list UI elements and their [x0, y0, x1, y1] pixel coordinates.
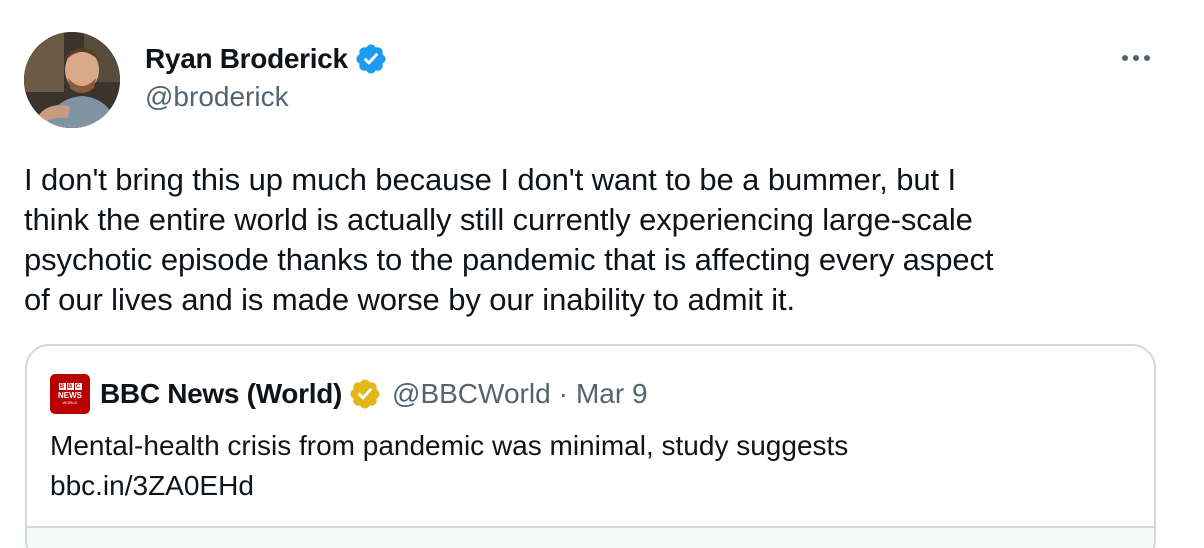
dot-separator: ·	[558, 378, 568, 409]
more-options-icon	[1122, 55, 1150, 61]
bbc-block-letter: C	[74, 383, 82, 390]
tweet-text-line: think the entire world is actually still…	[24, 202, 973, 237]
author-name[interactable]: Ryan Broderick	[145, 43, 348, 75]
link-card-preview[interactable]	[27, 526, 1154, 548]
author-handle[interactable]: @broderick	[145, 81, 289, 113]
bbc-block-letter: B	[58, 383, 66, 390]
quoted-tweet-link[interactable]: bbc.in/3ZA0EHd	[50, 466, 254, 506]
more-options-button[interactable]	[1116, 42, 1156, 74]
quoted-tweet-date[interactable]: Mar 9	[576, 378, 648, 410]
quoted-author-handle[interactable]: @BBCWorld	[392, 378, 551, 410]
gold-verified-badge-icon[interactable]	[348, 377, 382, 411]
tweet: Ryan Broderick @broderick I don't bring …	[0, 0, 1204, 548]
author-avatar[interactable]	[24, 32, 120, 128]
quoted-tweet-header: B B C NEWS WORLD BBC News (World) @BBCWo…	[50, 374, 648, 414]
verified-badge-icon[interactable]	[354, 42, 388, 76]
bbc-news-logo[interactable]: B B C NEWS WORLD	[50, 374, 90, 414]
bbc-world-word: WORLD	[62, 400, 78, 405]
quoted-tweet-card[interactable]: B B C NEWS WORLD BBC News (World) @BBCWo…	[25, 344, 1156, 548]
tweet-text-line: of our lives and is made worse by our in…	[24, 282, 796, 317]
author-name-row: Ryan Broderick	[145, 40, 388, 78]
bbc-news-word: NEWS	[58, 391, 82, 400]
tweet-text: I don't bring this up much because I don…	[24, 160, 1174, 320]
tweet-text-line: I don't bring this up much because I don…	[24, 162, 957, 197]
tweet-text-line: psychotic episode thanks to the pandemic…	[24, 242, 994, 277]
bbc-blocks: B B C	[58, 383, 82, 390]
quoted-author-name[interactable]: BBC News (World)	[100, 378, 342, 410]
quoted-tweet-text: Mental-health crisis from pandemic was m…	[50, 430, 849, 461]
bbc-block-letter: B	[66, 383, 74, 390]
